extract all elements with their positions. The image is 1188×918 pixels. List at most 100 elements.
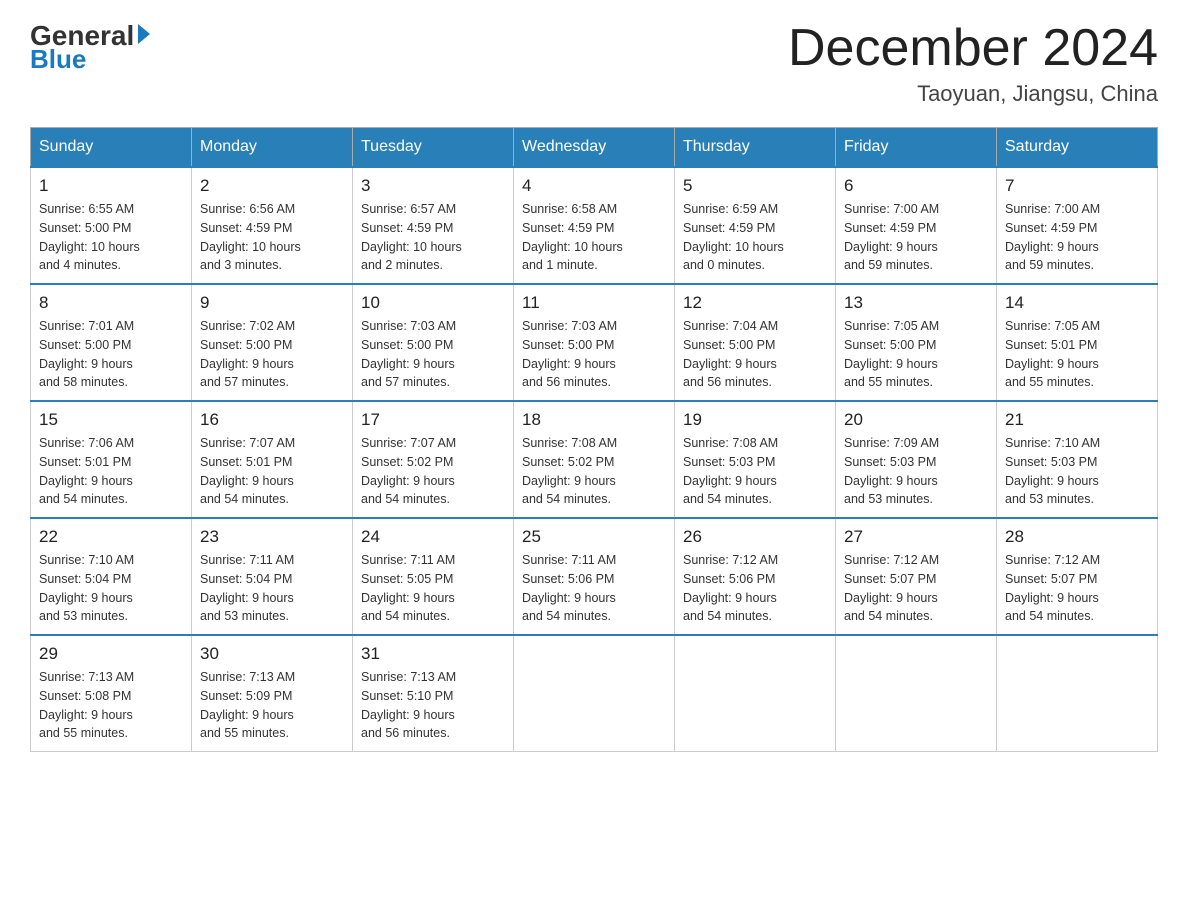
calendar-cell: 28 Sunrise: 7:12 AMSunset: 5:07 PMDayligh…	[997, 518, 1158, 635]
calendar-cell: 2 Sunrise: 6:56 AMSunset: 4:59 PMDaylight…	[192, 167, 353, 284]
calendar-cell	[836, 635, 997, 752]
calendar-cell: 22 Sunrise: 7:10 AMSunset: 5:04 PMDayligh…	[31, 518, 192, 635]
day-info: Sunrise: 7:11 AMSunset: 5:05 PMDaylight:…	[361, 551, 505, 626]
day-info: Sunrise: 7:00 AMSunset: 4:59 PMDaylight:…	[844, 200, 988, 275]
week-row-2: 8Sunrise: 7:01 AMSunset: 5:00 PMDaylight…	[31, 284, 1158, 401]
week-row-4: 22 Sunrise: 7:10 AMSunset: 5:04 PMDayligh…	[31, 518, 1158, 635]
page-header: General Blue December 2024 Taoyuan, Jian…	[30, 20, 1158, 107]
calendar-cell: 16 Sunrise: 7:07 AMSunset: 5:01 PMDayligh…	[192, 401, 353, 518]
day-number: 23	[200, 527, 344, 547]
calendar-cell: 12Sunrise: 7:04 AMSunset: 5:00 PMDayligh…	[675, 284, 836, 401]
day-info: Sunrise: 7:09 AMSunset: 5:03 PMDaylight:…	[844, 434, 988, 509]
day-info: Sunrise: 7:07 AMSunset: 5:02 PMDaylight:…	[361, 434, 505, 509]
calendar-cell: 9 Sunrise: 7:02 AMSunset: 5:00 PMDaylight…	[192, 284, 353, 401]
day-info: Sunrise: 7:12 AMSunset: 5:06 PMDaylight:…	[683, 551, 827, 626]
day-info: Sunrise: 7:07 AMSunset: 5:01 PMDaylight:…	[200, 434, 344, 509]
day-info: Sunrise: 7:00 AMSunset: 4:59 PMDaylight:…	[1005, 200, 1149, 275]
day-number: 2	[200, 176, 344, 196]
day-number: 3	[361, 176, 505, 196]
calendar-cell: 13 Sunrise: 7:05 AMSunset: 5:00 PMDayligh…	[836, 284, 997, 401]
calendar-header-friday: Friday	[836, 128, 997, 168]
day-number: 31	[361, 644, 505, 664]
day-number: 26	[683, 527, 827, 547]
calendar-cell: 6 Sunrise: 7:00 AMSunset: 4:59 PMDaylight…	[836, 167, 997, 284]
calendar-cell: 4Sunrise: 6:58 AMSunset: 4:59 PMDaylight…	[514, 167, 675, 284]
calendar-header-saturday: Saturday	[997, 128, 1158, 168]
day-number: 7	[1005, 176, 1149, 196]
day-number: 1	[39, 176, 183, 196]
calendar-header-row: SundayMondayTuesdayWednesdayThursdayFrid…	[31, 128, 1158, 168]
day-number: 11	[522, 293, 666, 313]
calendar-cell: 29 Sunrise: 7:13 AMSunset: 5:08 PMDayligh…	[31, 635, 192, 752]
day-info: Sunrise: 7:04 AMSunset: 5:00 PMDaylight:…	[683, 317, 827, 392]
calendar-cell: 20 Sunrise: 7:09 AMSunset: 5:03 PMDayligh…	[836, 401, 997, 518]
calendar-cell: 3 Sunrise: 6:57 AMSunset: 4:59 PMDaylight…	[353, 167, 514, 284]
day-info: Sunrise: 6:59 AMSunset: 4:59 PMDaylight:…	[683, 200, 827, 275]
calendar-cell	[997, 635, 1158, 752]
day-number: 29	[39, 644, 183, 664]
calendar-cell: 21 Sunrise: 7:10 AMSunset: 5:03 PMDayligh…	[997, 401, 1158, 518]
day-info: Sunrise: 7:03 AMSunset: 5:00 PMDaylight:…	[522, 317, 666, 392]
day-number: 15	[39, 410, 183, 430]
calendar-cell: 30Sunrise: 7:13 AMSunset: 5:09 PMDayligh…	[192, 635, 353, 752]
day-info: Sunrise: 7:13 AMSunset: 5:10 PMDaylight:…	[361, 668, 505, 743]
calendar-cell: 7 Sunrise: 7:00 AMSunset: 4:59 PMDaylight…	[997, 167, 1158, 284]
calendar-cell: 15 Sunrise: 7:06 AMSunset: 5:01 PMDayligh…	[31, 401, 192, 518]
day-info: Sunrise: 7:11 AMSunset: 5:04 PMDaylight:…	[200, 551, 344, 626]
logo: General Blue	[30, 20, 150, 75]
day-info: Sunrise: 6:55 AMSunset: 5:00 PMDaylight:…	[39, 200, 183, 275]
calendar-cell: 26 Sunrise: 7:12 AMSunset: 5:06 PMDayligh…	[675, 518, 836, 635]
day-info: Sunrise: 7:12 AMSunset: 5:07 PMDaylight:…	[844, 551, 988, 626]
day-number: 24	[361, 527, 505, 547]
day-number: 10	[361, 293, 505, 313]
calendar-cell: 19 Sunrise: 7:08 AMSunset: 5:03 PMDayligh…	[675, 401, 836, 518]
logo-blue-word: Blue	[30, 44, 86, 75]
calendar-cell: 14Sunrise: 7:05 AMSunset: 5:01 PMDayligh…	[997, 284, 1158, 401]
day-info: Sunrise: 7:03 AMSunset: 5:00 PMDaylight:…	[361, 317, 505, 392]
day-info: Sunrise: 7:10 AMSunset: 5:03 PMDaylight:…	[1005, 434, 1149, 509]
day-number: 28	[1005, 527, 1149, 547]
day-info: Sunrise: 7:13 AMSunset: 5:08 PMDaylight:…	[39, 668, 183, 743]
day-info: Sunrise: 7:05 AMSunset: 5:00 PMDaylight:…	[844, 317, 988, 392]
day-number: 30	[200, 644, 344, 664]
day-info: Sunrise: 7:08 AMSunset: 5:03 PMDaylight:…	[683, 434, 827, 509]
calendar-cell: 17Sunrise: 7:07 AMSunset: 5:02 PMDayligh…	[353, 401, 514, 518]
calendar-header-thursday: Thursday	[675, 128, 836, 168]
day-number: 18	[522, 410, 666, 430]
day-info: Sunrise: 6:56 AMSunset: 4:59 PMDaylight:…	[200, 200, 344, 275]
day-info: Sunrise: 7:10 AMSunset: 5:04 PMDaylight:…	[39, 551, 183, 626]
calendar-header-sunday: Sunday	[31, 128, 192, 168]
calendar-cell: 10 Sunrise: 7:03 AMSunset: 5:00 PMDayligh…	[353, 284, 514, 401]
day-number: 21	[1005, 410, 1149, 430]
day-number: 22	[39, 527, 183, 547]
day-info: Sunrise: 7:05 AMSunset: 5:01 PMDaylight:…	[1005, 317, 1149, 392]
day-info: Sunrise: 7:02 AMSunset: 5:00 PMDaylight:…	[200, 317, 344, 392]
day-number: 9	[200, 293, 344, 313]
calendar-cell: 11 Sunrise: 7:03 AMSunset: 5:00 PMDayligh…	[514, 284, 675, 401]
day-info: Sunrise: 7:01 AMSunset: 5:00 PMDaylight:…	[39, 317, 183, 392]
day-number: 27	[844, 527, 988, 547]
calendar-header-monday: Monday	[192, 128, 353, 168]
day-info: Sunrise: 7:12 AMSunset: 5:07 PMDaylight:…	[1005, 551, 1149, 626]
day-number: 19	[683, 410, 827, 430]
location-title: Taoyuan, Jiangsu, China	[788, 81, 1158, 107]
week-row-1: 1 Sunrise: 6:55 AMSunset: 5:00 PMDaylight…	[31, 167, 1158, 284]
day-info: Sunrise: 7:06 AMSunset: 5:01 PMDaylight:…	[39, 434, 183, 509]
day-number: 6	[844, 176, 988, 196]
calendar-cell: 18 Sunrise: 7:08 AMSunset: 5:02 PMDayligh…	[514, 401, 675, 518]
calendar-cell: 23 Sunrise: 7:11 AMSunset: 5:04 PMDayligh…	[192, 518, 353, 635]
calendar-cell: 27 Sunrise: 7:12 AMSunset: 5:07 PMDayligh…	[836, 518, 997, 635]
week-row-5: 29 Sunrise: 7:13 AMSunset: 5:08 PMDayligh…	[31, 635, 1158, 752]
day-number: 16	[200, 410, 344, 430]
day-info: Sunrise: 6:57 AMSunset: 4:59 PMDaylight:…	[361, 200, 505, 275]
day-number: 13	[844, 293, 988, 313]
calendar-cell: 25Sunrise: 7:11 AMSunset: 5:06 PMDayligh…	[514, 518, 675, 635]
calendar-cell: 5Sunrise: 6:59 AMSunset: 4:59 PMDaylight…	[675, 167, 836, 284]
calendar-table: SundayMondayTuesdayWednesdayThursdayFrid…	[30, 127, 1158, 752]
calendar-header-wednesday: Wednesday	[514, 128, 675, 168]
day-info: Sunrise: 7:11 AMSunset: 5:06 PMDaylight:…	[522, 551, 666, 626]
week-row-3: 15 Sunrise: 7:06 AMSunset: 5:01 PMDayligh…	[31, 401, 1158, 518]
day-number: 20	[844, 410, 988, 430]
day-info: Sunrise: 7:08 AMSunset: 5:02 PMDaylight:…	[522, 434, 666, 509]
calendar-cell: 24 Sunrise: 7:11 AMSunset: 5:05 PMDayligh…	[353, 518, 514, 635]
